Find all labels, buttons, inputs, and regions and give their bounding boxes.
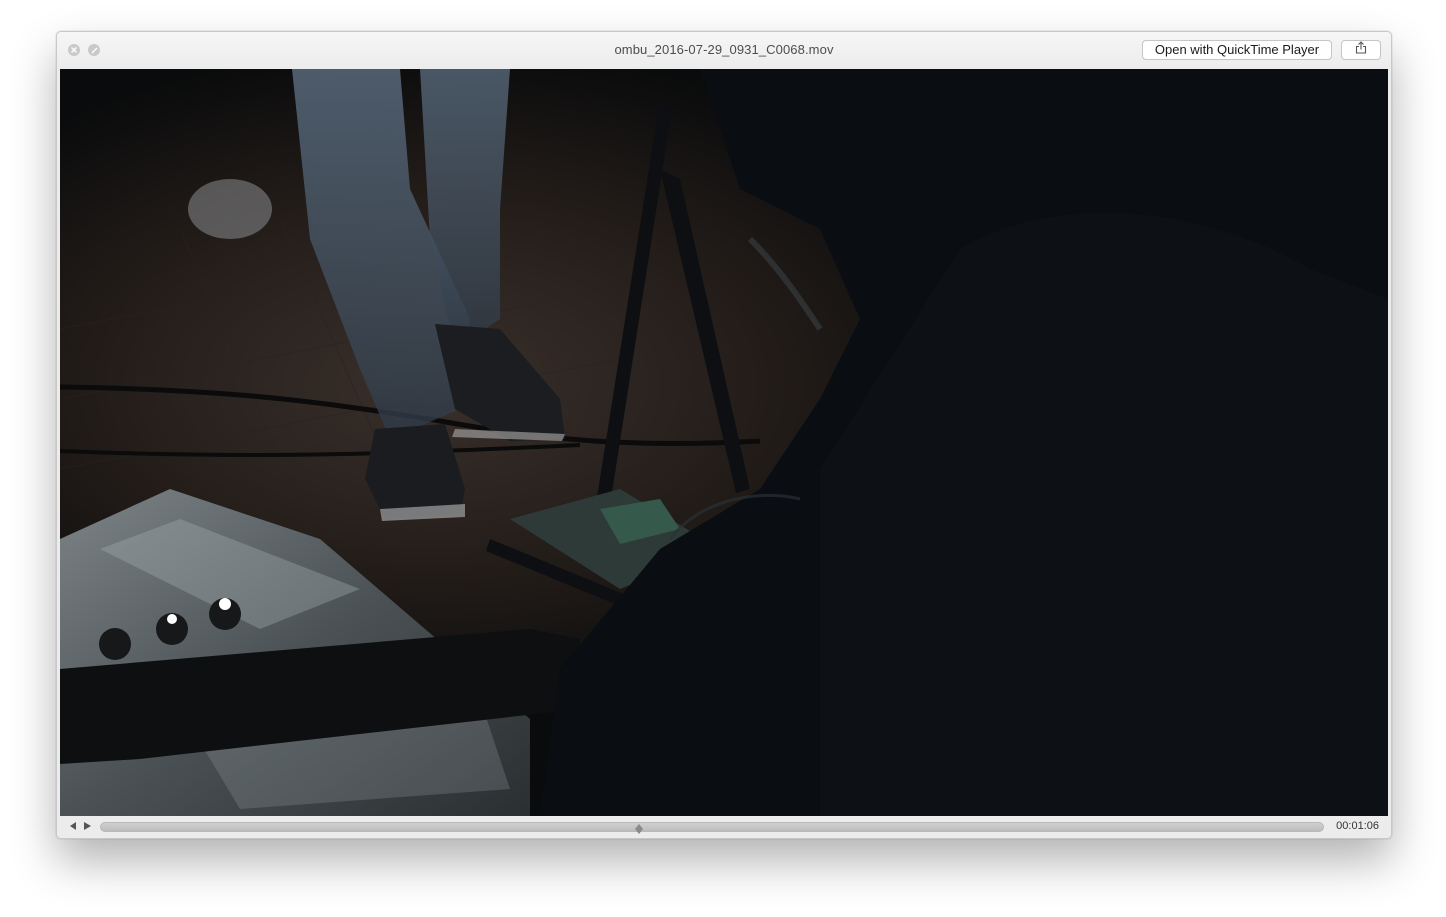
scrubber-track[interactable] — [100, 822, 1324, 832]
step-back-icon — [68, 818, 77, 836]
title-bar[interactable]: ombu_2016-07-29_0931_C0068.mov Open with… — [57, 32, 1391, 69]
share-button[interactable] — [1341, 40, 1381, 60]
step-back-button[interactable] — [66, 821, 78, 833]
open-with-quicktime-button[interactable]: Open with QuickTime Player — [1142, 40, 1332, 60]
scrubber-playhead[interactable] — [634, 821, 643, 834]
fullscreen-icon — [91, 47, 98, 54]
video-still-image — [60, 69, 1388, 816]
share-icon — [1355, 41, 1367, 59]
play-button[interactable] — [81, 821, 93, 833]
close-icon — [71, 47, 77, 53]
playback-controls: 00:01:06 — [57, 816, 1391, 838]
close-button[interactable] — [68, 44, 80, 56]
fullscreen-button[interactable] — [88, 44, 100, 56]
video-frame[interactable] — [60, 69, 1388, 816]
play-icon — [83, 818, 92, 836]
quicklook-window: ombu_2016-07-29_0931_C0068.mov Open with… — [56, 31, 1392, 839]
current-time: 00:01:06 — [1336, 820, 1379, 832]
